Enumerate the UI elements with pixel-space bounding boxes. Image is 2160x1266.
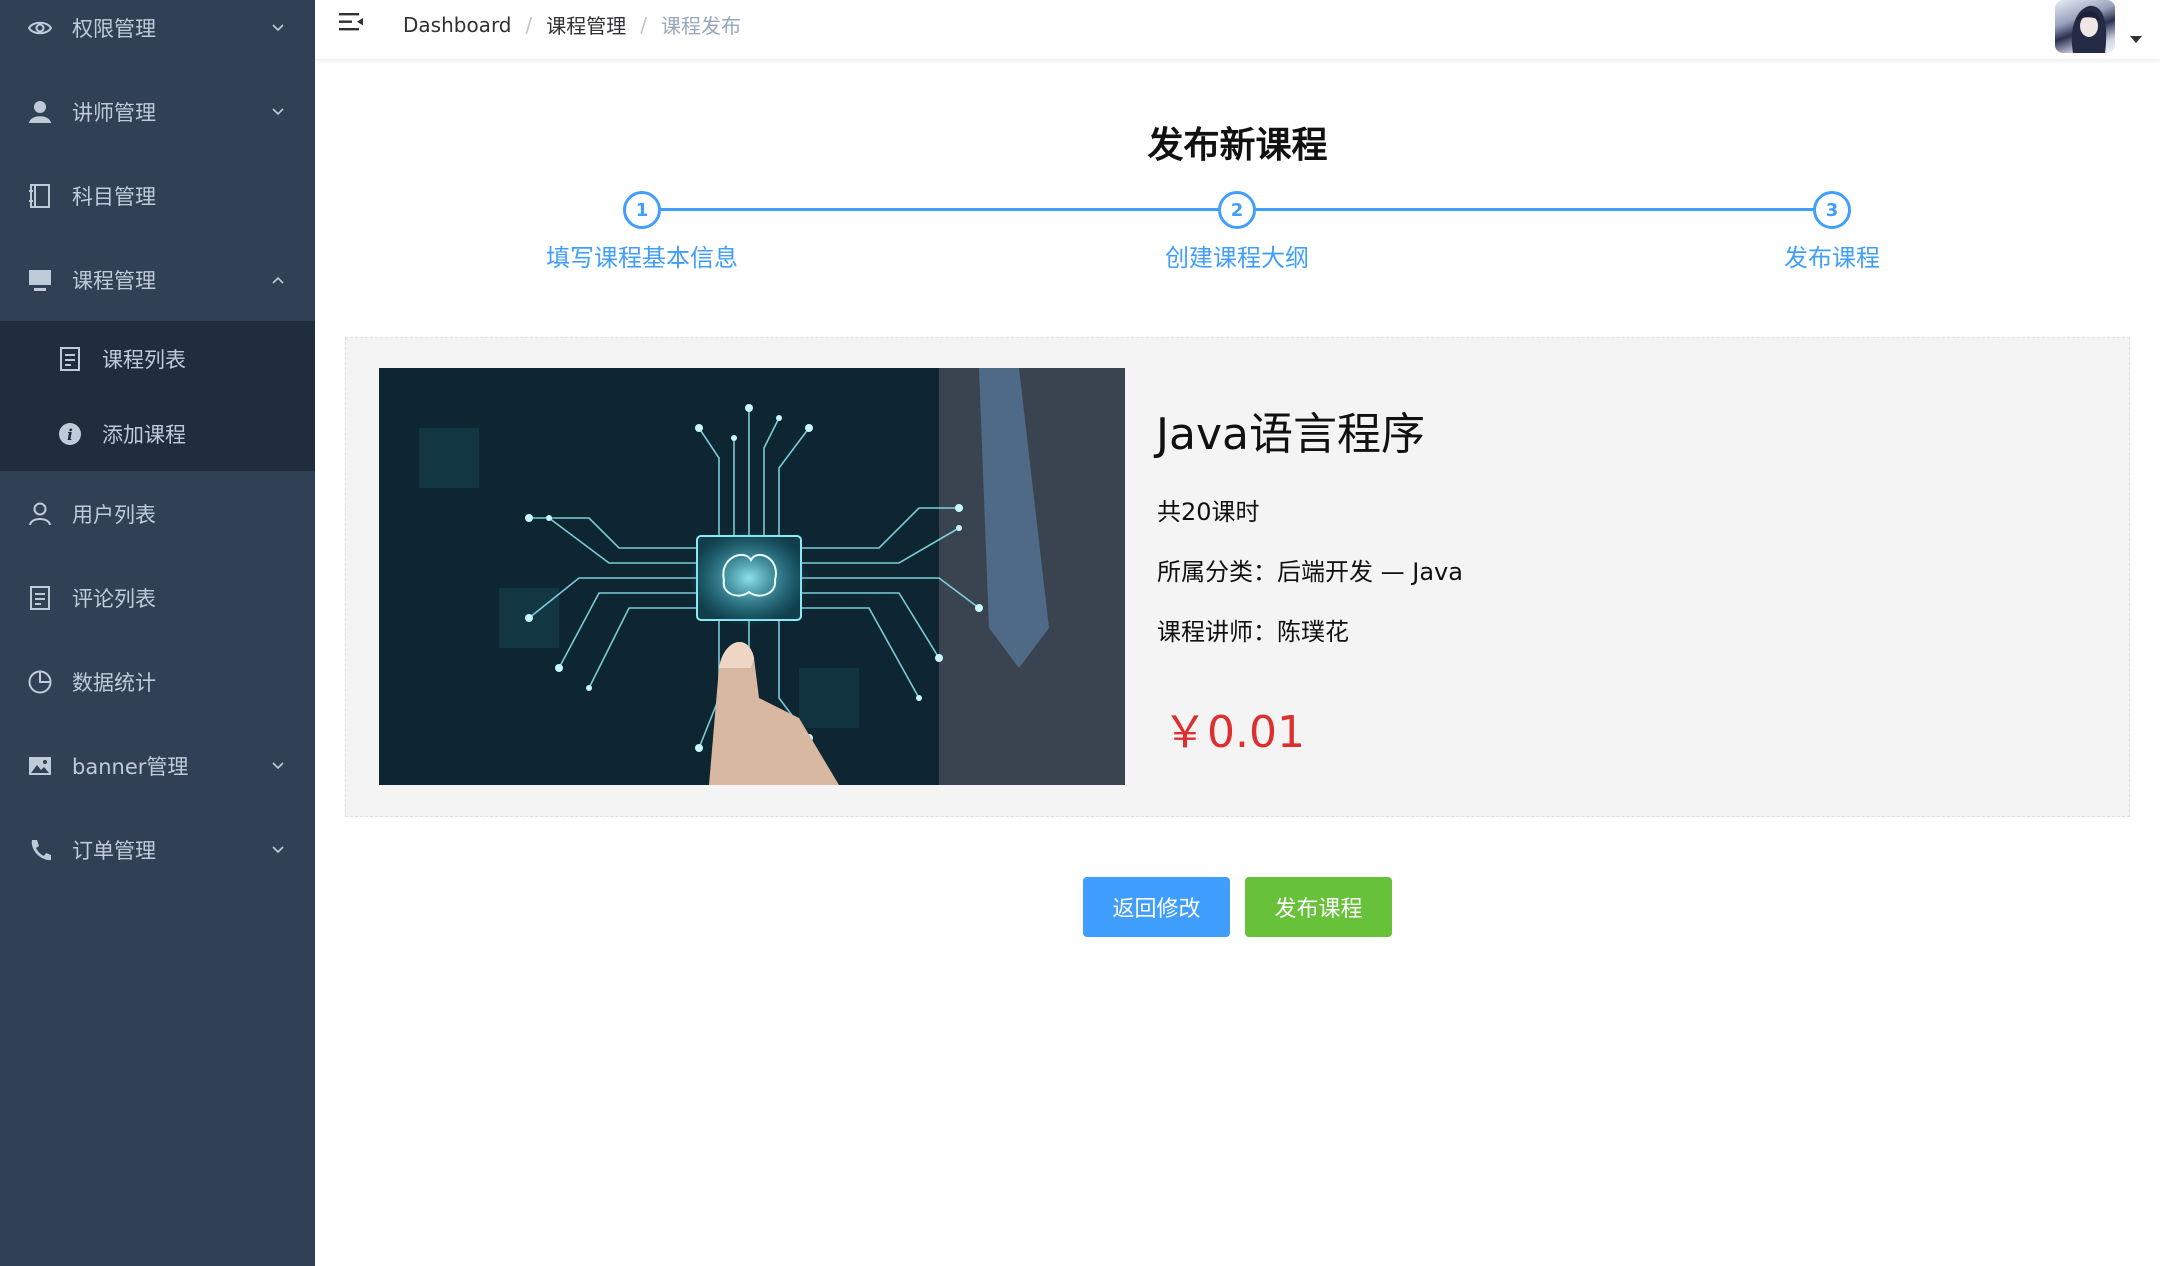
- sidebar-subitem-add-course[interactable]: i 添加课程: [0, 396, 315, 471]
- hamburger-icon[interactable]: [337, 9, 365, 35]
- sidebar-item-label: 科目管理: [72, 185, 156, 209]
- sidebar-item-order[interactable]: 订单管理: [0, 808, 315, 892]
- step-connector: [660, 208, 1221, 211]
- caret-down-icon[interactable]: [2130, 36, 2142, 43]
- sidebar-item-statistics[interactable]: 数据统计: [0, 640, 315, 724]
- step-number-1: 1: [623, 191, 661, 229]
- sidebar-item-course[interactable]: 课程管理: [0, 238, 315, 322]
- step-label-1: 填写课程基本信息: [546, 244, 738, 272]
- breadcrumb-course-publish: 课程发布: [661, 14, 742, 38]
- breadcrumb-separator: /: [525, 12, 533, 37]
- course-category: 所属分类：后端开发 — Java: [1157, 558, 1463, 586]
- breadcrumb: Dashboard / 课程管理 / 课程发布: [403, 10, 741, 39]
- step-connector: [1255, 208, 1816, 211]
- chevron-up-icon: [272, 276, 284, 284]
- sidebar-subitem-label: 课程列表: [102, 347, 186, 372]
- pie-chart-icon: [27, 669, 53, 695]
- step-number-3: 3: [1813, 191, 1851, 229]
- sidebar-subitem-course-list[interactable]: 课程列表: [0, 321, 315, 396]
- user-filled-icon: [27, 99, 53, 125]
- sidebar-item-label: banner管理: [72, 755, 189, 779]
- sidebar-item-banner[interactable]: banner管理: [0, 724, 315, 808]
- sidebar-item-label: 评论列表: [72, 587, 156, 611]
- sidebar-item-teacher[interactable]: 讲师管理: [0, 70, 315, 154]
- sidebar-item-user-list[interactable]: 用户列表: [0, 472, 315, 556]
- back-edit-button[interactable]: 返回修改: [1083, 877, 1230, 937]
- sidebar-item-comment-list[interactable]: 评论列表: [0, 556, 315, 640]
- step-label-3: 发布课程: [1784, 244, 1880, 272]
- sidebar-item-label: 权限管理: [72, 17, 156, 41]
- eye-icon: [27, 15, 53, 41]
- avatar[interactable]: [2055, 0, 2115, 53]
- sidebar-item-label: 讲师管理: [72, 101, 156, 125]
- page-title: 发布新课程: [1147, 125, 1328, 166]
- chevron-down-icon: [272, 846, 284, 854]
- sidebar-item-subject[interactable]: 科目管理: [0, 154, 315, 238]
- course-title: Java语言程序: [1156, 409, 1425, 460]
- sidebar-item-label: 订单管理: [72, 839, 156, 863]
- user-icon: [27, 501, 53, 527]
- course-teacher: 课程讲师：陈璞花: [1157, 618, 1349, 646]
- chevron-down-icon: [272, 108, 284, 116]
- sidebar-item-label: 用户列表: [72, 503, 156, 527]
- course-submenu: 课程列表 i 添加课程: [0, 321, 315, 471]
- sidebar-item-label: 数据统计: [72, 671, 156, 695]
- breadcrumb-separator: /: [640, 12, 648, 37]
- svg-text:i: i: [67, 426, 73, 444]
- chevron-down-icon: [272, 24, 284, 32]
- sidebar: 权限管理 讲师管理 科目管理 课程管理 课程列表 i 添加课程 用户列表 评论列…: [0, 0, 315, 1266]
- sidebar-item-permission[interactable]: 权限管理: [0, 0, 315, 70]
- notebook-icon: [27, 183, 53, 209]
- step-number-2: 2: [1218, 191, 1256, 229]
- phone-icon: [27, 837, 53, 863]
- picture-icon: [27, 753, 53, 779]
- breadcrumb-course-management[interactable]: 课程管理: [546, 10, 626, 39]
- document-icon: [57, 346, 83, 372]
- monitor-icon: [27, 267, 53, 293]
- sidebar-item-label: 课程管理: [72, 269, 156, 293]
- publish-course-button[interactable]: 发布课程: [1245, 877, 1392, 937]
- breadcrumb-dashboard[interactable]: Dashboard: [403, 13, 512, 37]
- course-lessons: 共20课时: [1157, 498, 1260, 526]
- course-cover-image: [379, 368, 1125, 785]
- step-label-2: 创建课程大纲: [1165, 244, 1309, 272]
- info-icon: i: [57, 421, 83, 447]
- navbar: Dashboard / 课程管理 / 课程发布: [315, 0, 2160, 60]
- document-icon: [27, 585, 53, 611]
- chevron-down-icon: [272, 762, 284, 770]
- course-price: ￥0.01: [1163, 707, 1305, 758]
- sidebar-subitem-label: 添加课程: [102, 422, 186, 447]
